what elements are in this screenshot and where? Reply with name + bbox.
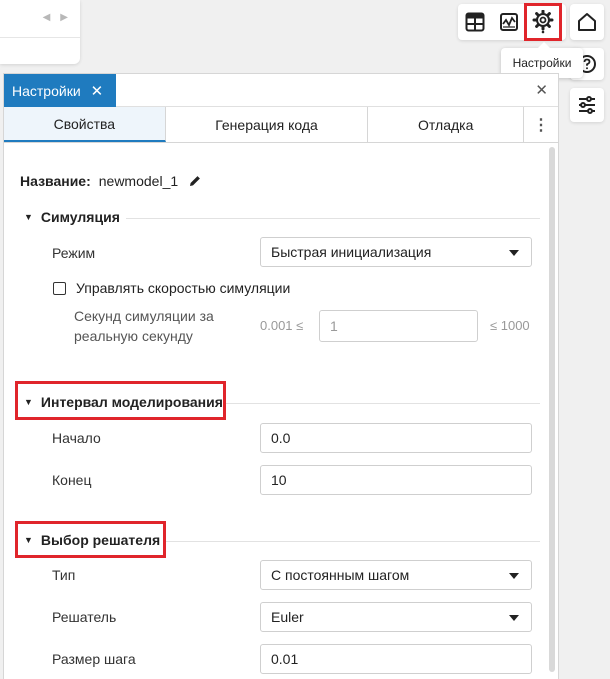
settings-button[interactable] bbox=[524, 3, 562, 41]
divider bbox=[0, 37, 80, 38]
step-size-label: Размер шага bbox=[52, 651, 136, 667]
section-divider bbox=[126, 218, 540, 219]
type-label: Тип bbox=[52, 567, 76, 583]
seconds-input[interactable]: 1 bbox=[319, 310, 478, 342]
end-input[interactable]: 10 bbox=[260, 465, 532, 495]
section-title: Симуляция bbox=[40, 209, 120, 225]
seconds-label-line-2: реальную секунду bbox=[74, 328, 193, 344]
tab-code-generation[interactable]: Генерация кода bbox=[166, 107, 369, 142]
caret-down-icon: ▼ bbox=[24, 212, 33, 222]
type-select[interactable]: С постоянным шагом bbox=[260, 560, 532, 590]
seconds-per-second-label: Секунд симуляции за реальную секунду bbox=[74, 306, 214, 346]
mode-select[interactable]: Быстрая инициализация bbox=[260, 237, 532, 267]
section-title: Интервал моделирования bbox=[40, 394, 223, 410]
section-interval[interactable]: ▼ Интервал моделирования bbox=[24, 394, 223, 410]
seconds-value: 1 bbox=[330, 318, 338, 334]
seconds-label-line-1: Секунд симуляции за bbox=[74, 308, 214, 324]
model-name-value: newmodel_1 bbox=[98, 173, 179, 189]
home-icon bbox=[578, 13, 596, 31]
more-options-icon[interactable]: ⋮ bbox=[524, 107, 558, 142]
step-size-value: 0.01 bbox=[271, 651, 299, 667]
speed-control-label: Управлять скоростью симуляции bbox=[76, 280, 291, 296]
model-name-row: Название: newmodel_1 bbox=[20, 173, 202, 189]
panel-close-icon[interactable]: ✕ bbox=[535, 81, 548, 99]
top-toolbar bbox=[458, 3, 566, 41]
caret-down-icon: ▼ bbox=[24, 535, 33, 545]
solver-select[interactable]: Euler bbox=[260, 602, 532, 632]
speed-control-checkbox[interactable] bbox=[53, 281, 66, 295]
arrow-right-icon[interactable]: ▶ bbox=[60, 12, 68, 23]
start-input[interactable]: 0.0 bbox=[260, 423, 532, 453]
max-label: ≤ 1000 bbox=[490, 318, 530, 333]
step-size-input[interactable]: 0.01 bbox=[260, 644, 532, 674]
tab-settings[interactable]: Настройки ✕ bbox=[4, 74, 116, 107]
tab-label: Настройки bbox=[12, 82, 81, 99]
caret-down-icon: ▼ bbox=[24, 397, 33, 407]
panel-header: Настройки ✕ ✕ bbox=[4, 74, 558, 107]
start-value: 0.0 bbox=[271, 430, 291, 446]
section-divider bbox=[166, 541, 540, 542]
chart-monitor-icon bbox=[500, 13, 518, 31]
table-icon bbox=[465, 12, 485, 32]
navigation-widget: ◀ ▶ bbox=[0, 0, 80, 64]
monitor-chart-button[interactable] bbox=[492, 5, 526, 39]
sliders-icon bbox=[579, 96, 595, 114]
settings-panel: Настройки ✕ ✕ Свойства Генерация кода От… bbox=[3, 73, 559, 679]
name-label: Название: bbox=[20, 173, 91, 189]
mode-value: Быстрая инициализация bbox=[271, 244, 432, 260]
scrollbar[interactable] bbox=[549, 147, 555, 672]
arrow-left-icon[interactable]: ◀ bbox=[43, 12, 51, 23]
end-value: 10 bbox=[271, 472, 287, 488]
close-icon[interactable]: ✕ bbox=[91, 82, 104, 100]
subtabs: Свойства Генерация кода Отладка ⋮ bbox=[4, 107, 558, 143]
end-label: Конец bbox=[52, 472, 92, 488]
table-view-button[interactable] bbox=[458, 5, 492, 39]
tab-properties[interactable]: Свойства bbox=[4, 107, 166, 142]
tab-debug[interactable]: Отладка bbox=[368, 107, 525, 142]
speed-control-checkbox-row[interactable]: Управлять скоростью симуляции bbox=[53, 280, 290, 296]
parameters-button[interactable] bbox=[570, 88, 604, 122]
gear-icon bbox=[532, 10, 554, 34]
section-solver[interactable]: ▼ Выбор решателя bbox=[24, 532, 160, 548]
type-value: С постоянным шагом bbox=[271, 567, 410, 583]
start-label: Начало bbox=[52, 430, 101, 446]
mode-label: Режим bbox=[52, 245, 96, 261]
solver-label: Решатель bbox=[52, 609, 117, 625]
pencil-icon[interactable] bbox=[188, 174, 202, 188]
min-label: 0.001 ≤ bbox=[260, 318, 304, 333]
section-title: Выбор решателя bbox=[40, 532, 161, 548]
solver-value: Euler bbox=[271, 609, 304, 625]
section-divider bbox=[226, 403, 540, 404]
section-simulation[interactable]: ▼ Симуляция bbox=[24, 209, 120, 225]
home-button[interactable] bbox=[570, 4, 604, 40]
